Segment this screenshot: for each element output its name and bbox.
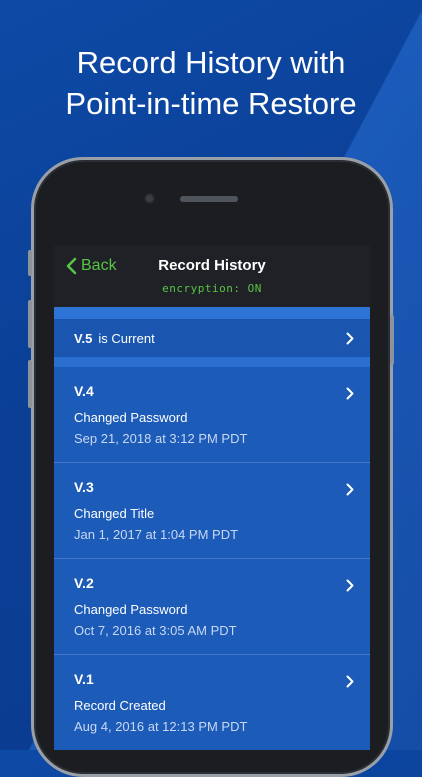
chevron-right-icon bbox=[346, 387, 354, 400]
earpiece-speaker bbox=[180, 196, 238, 202]
front-camera bbox=[144, 193, 155, 204]
phone-volume-up bbox=[28, 300, 32, 348]
version-number: V.3 bbox=[74, 479, 94, 495]
change-date: Sep 21, 2018 at 3:12 PM PDT bbox=[74, 431, 248, 446]
history-row[interactable]: V.1 Record Created Aug 4, 2016 at 12:13 … bbox=[54, 655, 370, 750]
headline: Record History with Point-in-time Restor… bbox=[0, 42, 422, 124]
current-version-status: is Current bbox=[98, 331, 155, 346]
change-description: Changed Password bbox=[74, 602, 188, 617]
version-number: V.1 bbox=[74, 671, 94, 687]
version-number: V.4 bbox=[74, 383, 94, 399]
change-date: Aug 4, 2016 at 12:13 PM PDT bbox=[74, 719, 248, 734]
headline-line-1: Record History with bbox=[76, 45, 346, 80]
phone-mute-switch bbox=[28, 250, 32, 276]
version-number: V.2 bbox=[74, 575, 94, 591]
phone-volume-down bbox=[28, 360, 32, 408]
current-version-row[interactable]: V.5 is Current bbox=[54, 319, 370, 357]
current-version-number: V.5 bbox=[74, 331, 93, 346]
headline-line-2: Point-in-time Restore bbox=[65, 86, 357, 121]
phone-power-button bbox=[390, 315, 394, 365]
history-row[interactable]: V.4 Changed Password Sep 21, 2018 at 3:1… bbox=[54, 367, 370, 463]
section-divider bbox=[54, 357, 370, 367]
history-row[interactable]: V.2 Changed Password Oct 7, 2016 at 3:05… bbox=[54, 559, 370, 655]
chevron-right-icon bbox=[346, 332, 354, 345]
change-description: Changed Title bbox=[74, 506, 155, 521]
phone-screen: Back Record History encryption: ON V.5 is… bbox=[54, 245, 370, 750]
change-description: Changed Password bbox=[74, 410, 188, 425]
chevron-right-icon bbox=[346, 675, 354, 688]
page-title: Record History bbox=[158, 257, 266, 274]
change-date: Oct 7, 2016 at 3:05 AM PDT bbox=[74, 623, 237, 638]
chevron-right-icon bbox=[346, 579, 354, 592]
change-description: Record Created bbox=[74, 698, 166, 713]
history-list: V.4 Changed Password Sep 21, 2018 at 3:1… bbox=[54, 367, 370, 750]
chevron-right-icon bbox=[346, 483, 354, 496]
change-date: Jan 1, 2017 at 1:04 PM PDT bbox=[74, 527, 239, 542]
encryption-status: encryption: ON bbox=[162, 282, 262, 295]
navigation-bar: Back Record History encryption: ON bbox=[54, 245, 370, 307]
section-divider bbox=[54, 307, 370, 319]
history-row[interactable]: V.3 Changed Title Jan 1, 2017 at 1:04 PM… bbox=[54, 463, 370, 559]
